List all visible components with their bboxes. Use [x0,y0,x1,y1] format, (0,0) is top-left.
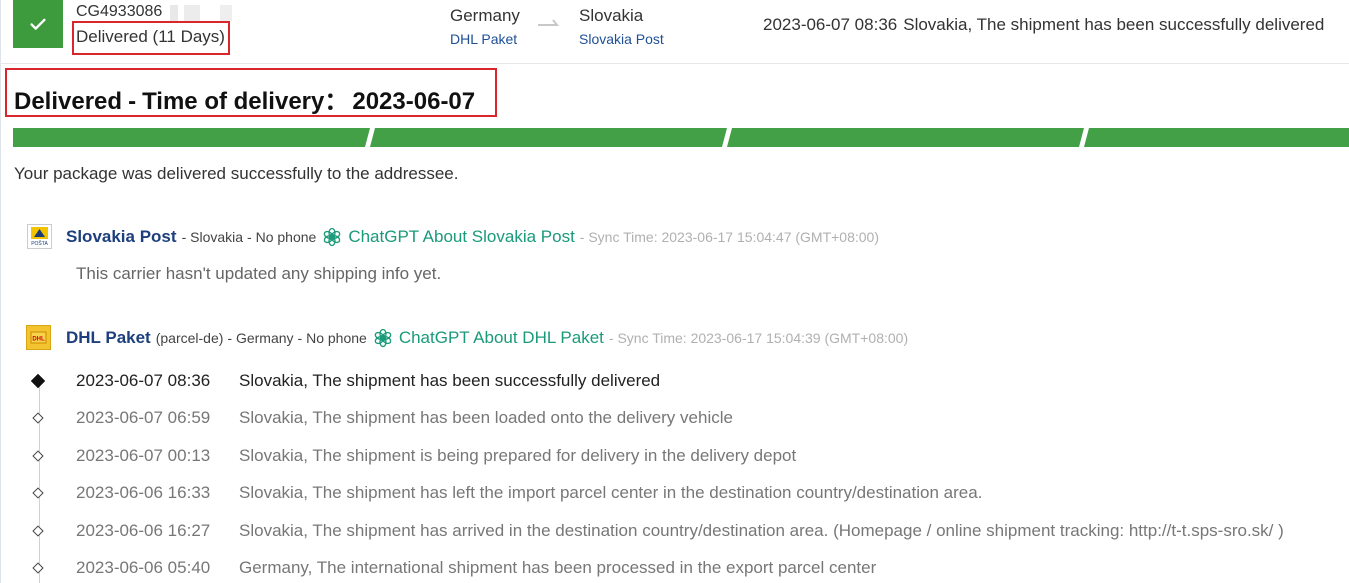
headline-status: Delivered [14,88,123,115]
dhl-paket-logo-text: DHL [32,337,45,343]
progress-segment [1084,128,1349,147]
event-time: 2023-06-07 00:13 [76,446,211,465]
sync-time: - Sync Time: 2023-06-17 15:04:39 (GMT+08… [608,330,909,346]
timeline-event: 2023-06-07 06:59 Slovakia, The shipment … [0,408,1349,432]
timeline-marker-icon [32,487,44,499]
headline-dash: - [128,88,137,115]
chatgpt-link-label: ChatGPT About DHL Paket [398,328,604,347]
timeline-marker-icon [32,412,44,424]
carrier-code: (parcel-de) [155,330,224,346]
event-time: 2023-06-06 05:40 [76,558,211,577]
event-description: Slovakia, The shipment has left the impo… [239,483,983,502]
destination-carrier-link[interactable]: Slovakia Post [579,31,664,47]
openai-icon [374,328,392,348]
delivery-status: Delivered (11 Days) [76,27,225,46]
tracking-number[interactable]: CG4933086 [76,3,162,21]
event-time: 2023-06-07 06:59 [76,408,211,427]
event-description: Slovakia, The shipment has been loaded o… [239,408,733,427]
event-time: 2023-06-06 16:27 [76,521,211,540]
carrier-header-slovakia-post: Slovakia Post - Slovakia - No phone Chat… [66,227,879,247]
arrow-right-icon [538,19,560,26]
timeline-marker-icon [32,562,44,574]
delivered-status-tile [13,0,63,48]
timeline-marker-icon [32,525,44,537]
headline-label: Time of delivery： [142,88,349,115]
carrier-country: - Slovakia [181,229,244,245]
carrier-name[interactable]: DHL Paket [66,328,151,348]
headline-date: 2023-06-07 [352,88,476,115]
shipment-header[interactable]: CG4933086 Delivered (11 Days) Germany DH… [0,0,1349,64]
carrier-no-info: This carrier hasn't updated any shipping… [76,264,442,283]
openai-icon [323,227,341,247]
progress-segment [13,128,370,147]
event-description: Slovakia, The shipment has arrived in th… [239,521,1284,540]
timeline-event: 2023-06-06 16:27 Slovakia, The shipment … [0,521,1349,545]
chatgpt-link-label: ChatGPT About Slovakia Post [348,227,575,246]
tracking-number-mask [170,5,246,21]
dhl-paket-logo: DHL [26,325,51,350]
timeline-event: 2023-06-06 16:33 Slovakia, The shipment … [0,483,1349,507]
timeline-event: 2023-06-07 00:13 Slovakia, The shipment … [0,446,1349,470]
event-description: Slovakia, The shipment has been successf… [239,371,661,390]
sync-time: - Sync Time: 2023-06-17 15:04:47 (GMT+08… [579,229,880,245]
timeline-event: 2023-06-07 08:36 Slovakia, The shipment … [0,371,1349,395]
delivery-progress-bar [13,128,1349,147]
progress-segment [727,128,1084,147]
origin-carrier-link[interactable]: DHL Paket [450,31,517,47]
timeline-event: 2023-06-06 05:40 Germany, The internatio… [0,558,1349,582]
destination-country: Slovakia [579,6,644,25]
check-icon [30,18,46,30]
latest-event-text: Slovakia, The shipment has been successf… [903,15,1325,34]
delivery-headline: Delivered - Time of delivery： 2023-06-07 [14,81,475,116]
progress-segment [370,128,727,147]
carrier-phone: - No phone [297,330,367,346]
slovakia-post-logo: POŠTA [27,224,52,249]
chatgpt-link[interactable]: ChatGPT About DHL Paket [373,328,604,348]
carrier-country: - Germany [227,330,294,346]
origin-country: Germany [450,6,520,25]
carrier-header-dhl-paket: DHL Paket (parcel-de) - Germany - No pho… [66,328,908,348]
event-time: 2023-06-06 16:33 [76,483,211,502]
event-description: Germany, The international shipment has … [239,558,877,577]
timeline-marker-filled-icon [30,373,46,389]
event-time: 2023-06-07 08:36 [76,371,211,390]
event-description: Slovakia, The shipment is being prepared… [239,446,797,465]
delivery-summary: Your package was delivered successfully … [14,164,459,183]
latest-event: 2023-06-07 08:36 Slovakia, The shipment h… [763,15,1324,35]
slovakia-post-logo-text: POŠTA [31,240,48,247]
carrier-phone: - No phone [247,229,317,245]
latest-event-time: 2023-06-07 08:36 [763,15,898,34]
carrier-name[interactable]: Slovakia Post [66,227,177,247]
timeline-marker-icon [32,450,44,462]
chatgpt-link[interactable]: ChatGPT About Slovakia Post [322,227,575,247]
